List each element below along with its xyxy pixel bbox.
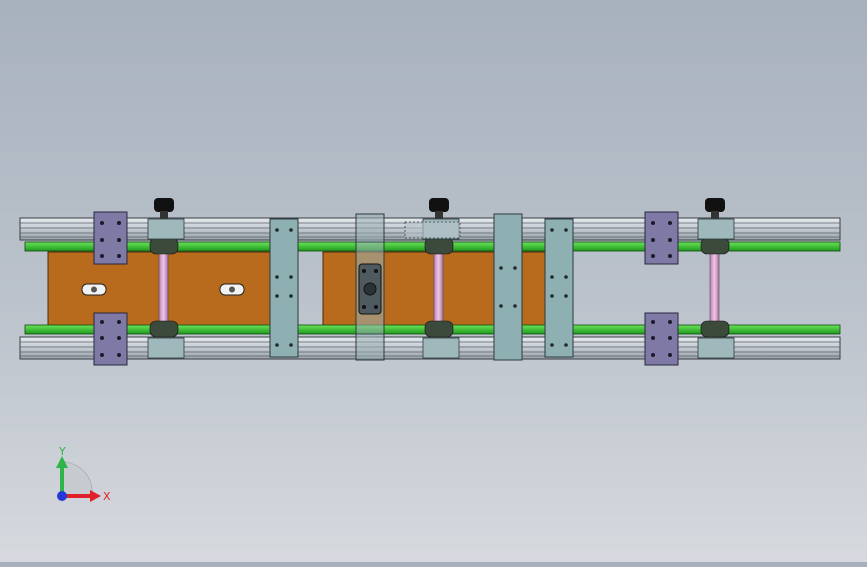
knob-left (154, 198, 174, 219)
clamp-plate (355, 213, 385, 361)
y-axis-label: Y (58, 445, 66, 458)
cad-viewport[interactable]: Y X (0, 0, 867, 562)
knob-right (705, 198, 725, 219)
coordinate-triad: Y X (56, 445, 111, 503)
x-axis-label: X (103, 490, 111, 503)
drive-shaft-right (709, 249, 720, 327)
x-axis-arrowhead (90, 490, 101, 502)
z-axis-marker (57, 491, 67, 501)
drive-shaft-left (158, 249, 169, 327)
knob-middle (429, 198, 449, 219)
middle-top-mount (404, 221, 461, 239)
drive-shaft-middle (433, 249, 444, 327)
